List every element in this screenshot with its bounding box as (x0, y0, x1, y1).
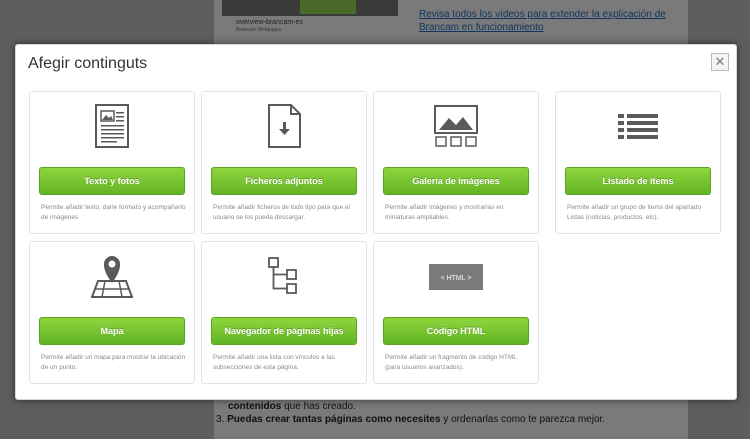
sitemap-icon (202, 254, 366, 298)
html-code-button[interactable]: Código HTML (383, 317, 529, 345)
videos-link[interactable]: Revisa todos los vídeos para extender la… (419, 8, 679, 34)
content-card-child-pages: Navegador de páginas hijas Permite añadi… (201, 241, 367, 384)
bottom-line2-bold: Puedas crear tantas páginas como necesit… (227, 414, 441, 425)
image-gallery-icon (374, 104, 538, 148)
bottom-line2-rest: y ordenarlas como te parezca mejor. (440, 414, 606, 425)
add-content-dialog: Afegir continguts ✕ Texto y fotos Permit… (15, 44, 737, 400)
items-list-button[interactable]: Listado de items (565, 167, 711, 195)
bottom-line1-rest: que has creado. (281, 401, 356, 412)
card-description: Permite añadir un mapa para mostrar la u… (41, 354, 186, 371)
video-thumbnail-frame (300, 0, 356, 14)
list-icon (556, 104, 720, 148)
map-button[interactable]: Mapa (39, 317, 185, 345)
dialog-title: Afegir continguts (28, 55, 148, 72)
content-card-attachments: Ficheros adjuntos Permite añadir fichero… (201, 91, 367, 234)
bottom-line1-bold: contenidos (228, 401, 282, 412)
document-icon (30, 104, 194, 148)
file-download-icon (202, 104, 366, 148)
child-pages-button[interactable]: Navegador de páginas hijas (211, 317, 357, 345)
content-card-map: Mapa Permite añadir un mapa para mostrar… (29, 241, 195, 384)
card-description: Permite añadir una lista con vínculos a … (213, 354, 335, 371)
card-description: Permite añadir un grupo de items del apa… (567, 204, 702, 221)
map-pin-icon (30, 254, 194, 298)
content-card-html-code: < HTML > Código HTML Permite añadir un f… (373, 241, 539, 384)
attachments-button[interactable]: Ficheros adjuntos (211, 167, 357, 195)
close-button[interactable]: ✕ (711, 53, 729, 71)
content-card-text-photos: Texto y fotos Permite añadir texto, darl… (29, 91, 195, 234)
card-description: Permite añadir texto, darle formato y ac… (41, 204, 186, 221)
content-card-gallery: Galeria de imágenes Permite añadir imáge… (373, 91, 539, 234)
card-description: Permite añadir ficheros de todo tipo par… (213, 204, 350, 221)
svg-text:< HTML >: < HTML > (441, 275, 472, 282)
background-list: contenidos que has creado. 3. Puedas cre… (216, 400, 676, 426)
content-card-items-list: Listado de items Permite añadir un grupo… (555, 91, 721, 234)
html-code-icon: < HTML > (374, 254, 538, 298)
text-photos-button[interactable]: Texto y fotos (39, 167, 185, 195)
video-caption: overview-brancam-es (236, 19, 303, 26)
bottom-line2-number: 3. (216, 414, 225, 425)
video-subcaption: Brancam Webpages (236, 27, 282, 33)
card-description: Permite añadir imágenes y mostrarlas en … (385, 204, 504, 221)
card-description: Permite añadir un fragmento de código HT… (385, 354, 517, 371)
gallery-button[interactable]: Galeria de imágenes (383, 167, 529, 195)
